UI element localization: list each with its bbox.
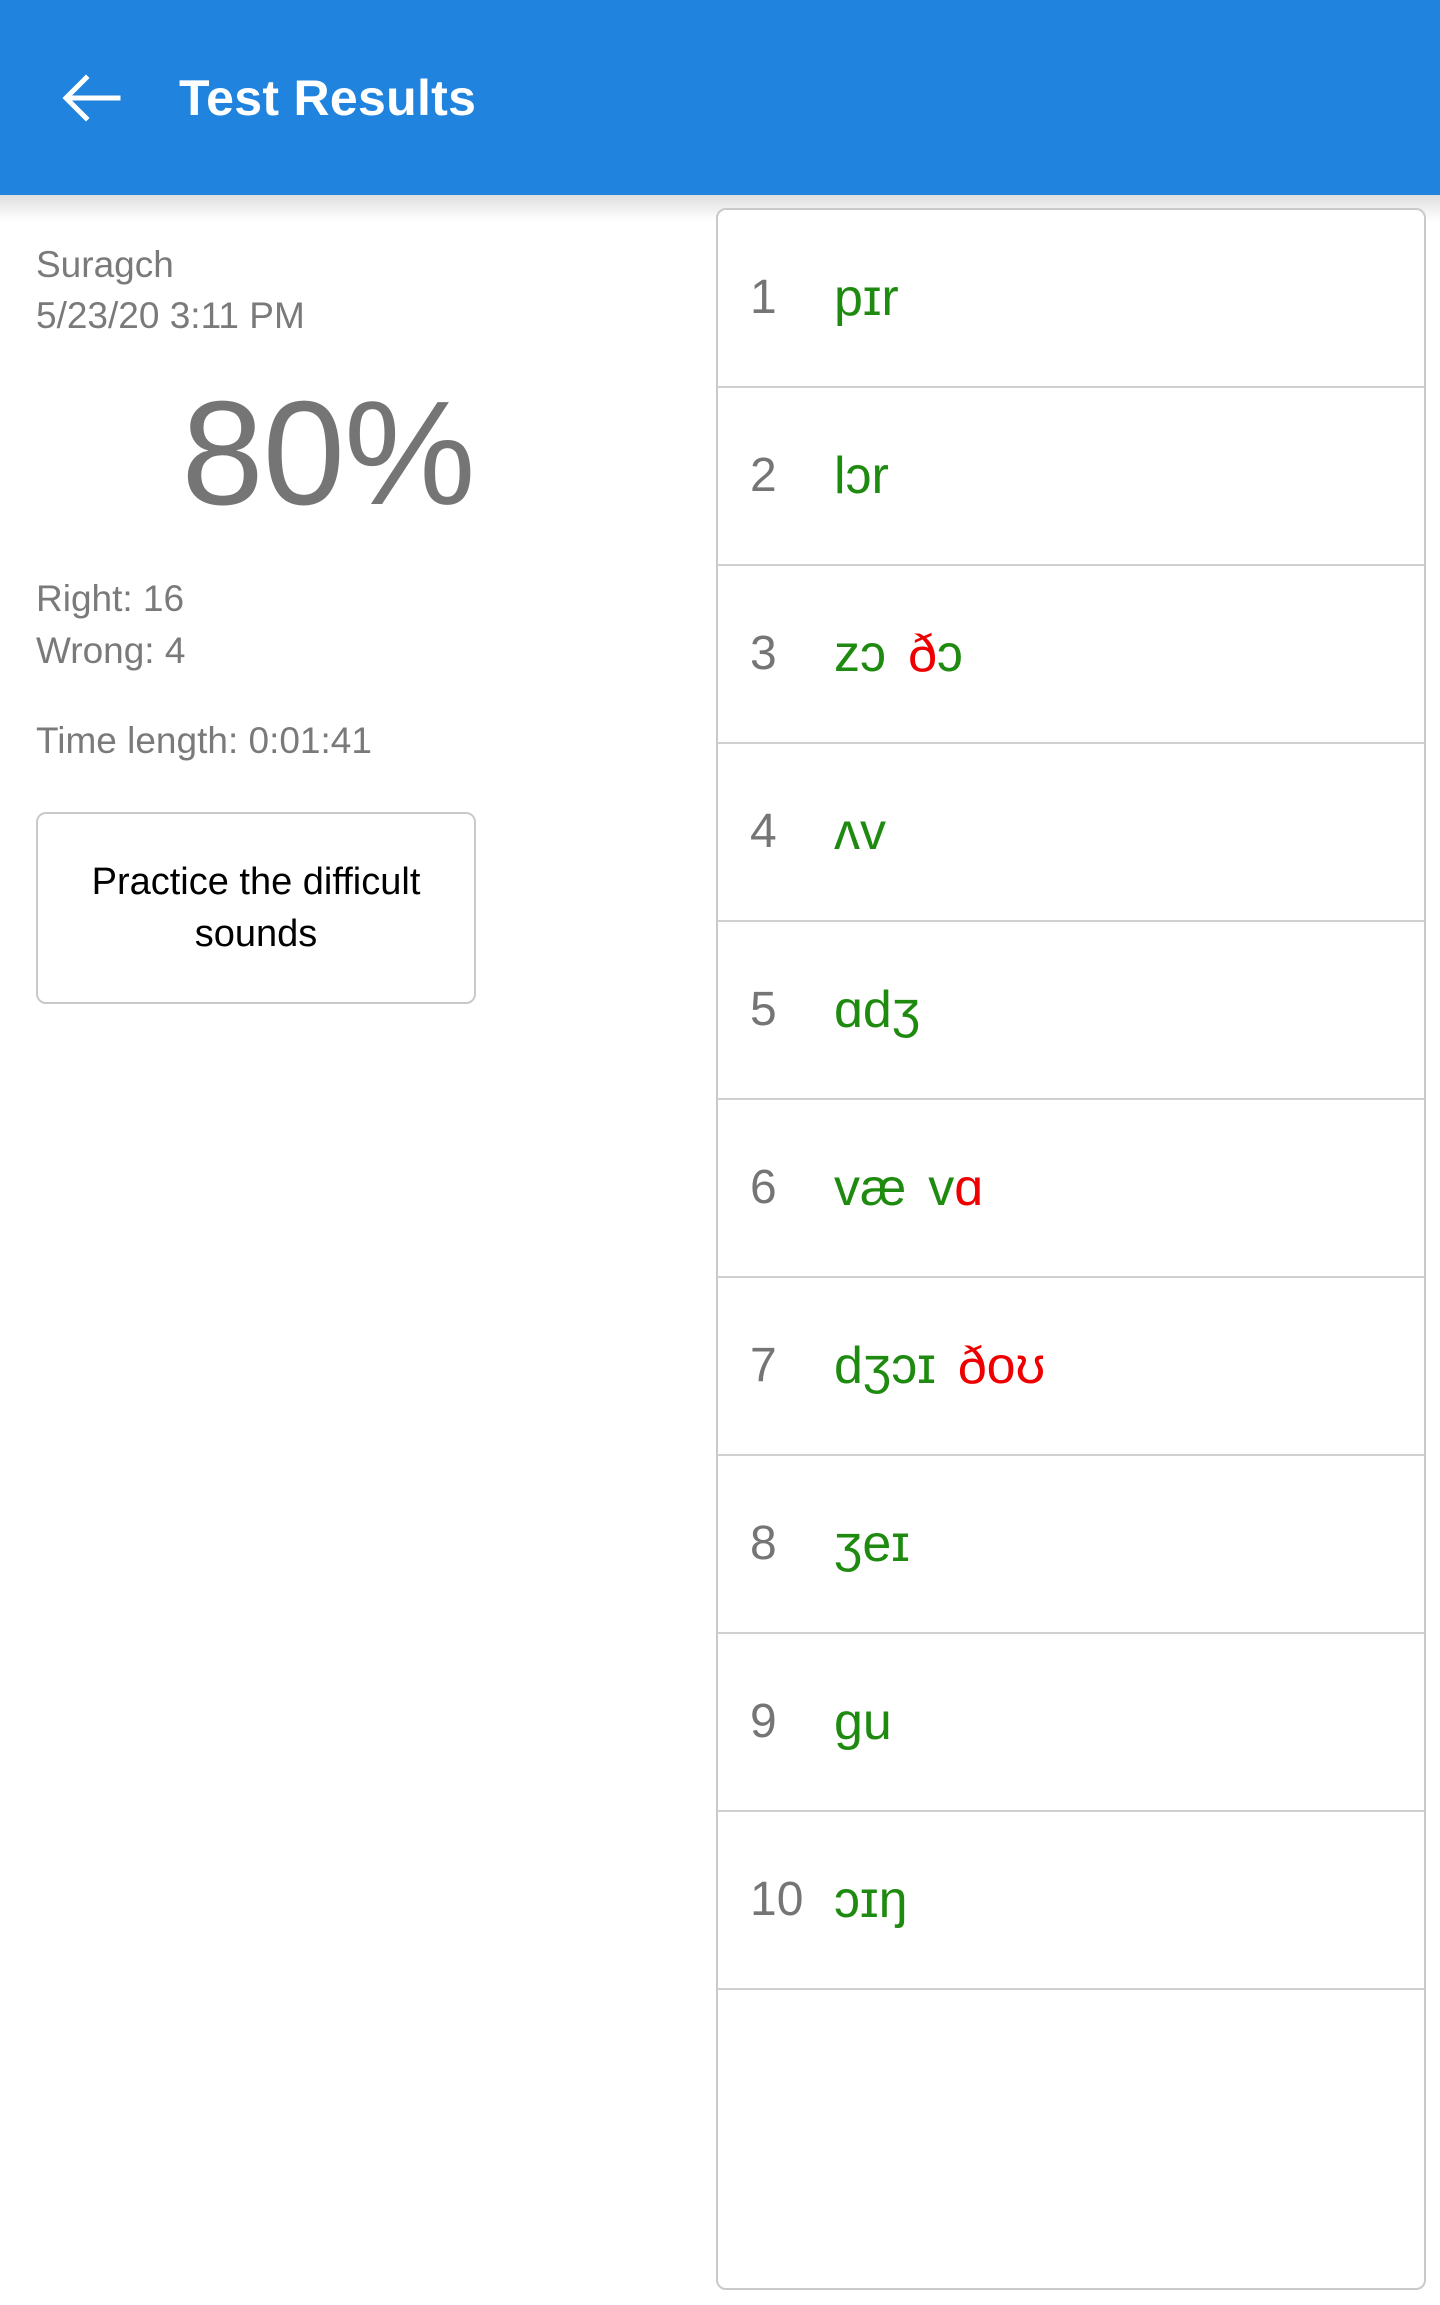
- back-arrow-icon: [58, 66, 122, 130]
- result-row[interactable]: 7 dʒɔɪ ðoʊ: [718, 1278, 1424, 1456]
- score-breakdown: Right: 16 Wrong: 4: [36, 573, 664, 677]
- result-row-index: 3: [750, 627, 777, 680]
- phoneme-correct: ɔɪŋ: [834, 1871, 908, 1929]
- phoneme-correct: v: [928, 1159, 955, 1217]
- phoneme-correct: pɪr: [834, 269, 899, 327]
- result-row-index: 8: [750, 1517, 777, 1570]
- result-row[interactable]: 1 pɪr: [718, 210, 1424, 388]
- result-row-phonemes: ɔɪŋ: [834, 1869, 907, 1931]
- back-button[interactable]: [44, 52, 136, 144]
- test-timestamp: 5/23/20 3:11 PM: [36, 295, 305, 336]
- result-row-phonemes: gu: [834, 1691, 892, 1753]
- result-row-index: 6: [750, 1161, 777, 1214]
- result-row[interactable]: 4 ʌv: [718, 744, 1424, 922]
- result-row[interactable]: 8 ʒeɪ: [718, 1456, 1424, 1634]
- result-row-phonemes: væ vɑ: [834, 1157, 983, 1219]
- result-row-phonemes: ʒeɪ: [834, 1513, 910, 1575]
- summary-panel: Suragch 5/23/20 3:11 PM 80% Right: 16 Wr…: [0, 195, 700, 2305]
- phoneme-wrong: ðoʊ: [957, 1337, 1046, 1395]
- phoneme-wrong: ɑ: [954, 1159, 984, 1217]
- result-row-index: 5: [750, 983, 777, 1036]
- result-row-index: 7: [750, 1339, 777, 1392]
- result-row[interactable]: 2 lɔr: [718, 388, 1424, 566]
- phoneme-correct: ʌv: [834, 803, 886, 861]
- result-row-phonemes: lɔr: [834, 445, 889, 507]
- phoneme-correct: væ: [834, 1159, 907, 1217]
- phoneme-correct: ɔ: [936, 625, 963, 683]
- result-row[interactable]: 10 ɔɪŋ: [718, 1812, 1424, 1990]
- result-row[interactable]: 3 zɔ ðɔ: [718, 566, 1424, 744]
- result-row-index: 10: [750, 1873, 804, 1926]
- phoneme-correct: lɔr: [834, 447, 889, 505]
- score-percent: 80%: [181, 371, 475, 536]
- practice-difficult-sounds-button[interactable]: Practice the difficult sounds: [36, 812, 476, 1004]
- result-row-empty: [718, 1990, 1424, 2288]
- page-title: Test Results: [179, 69, 477, 126]
- result-row-index: 9: [750, 1695, 777, 1748]
- phoneme-correct: ɑdʒ: [834, 981, 921, 1039]
- right-count: Right: 16: [36, 578, 185, 619]
- result-row-phonemes: dʒɔɪ ðoʊ: [834, 1335, 1045, 1397]
- result-row-phonemes: ɑdʒ: [834, 979, 920, 1041]
- results-list-panel[interactable]: 1 pɪr 2 lɔr 3 zɔ ðɔ 4 ʌv 5 ɑdʒ 6 væ vɑ 7 dʒɔɪ ðoʊ 8 ʒeɪ 9 gu…: [716, 208, 1426, 2290]
- phoneme-wrong: ð: [908, 625, 937, 683]
- result-row-index: 4: [750, 805, 777, 858]
- phoneme-correct: dʒɔɪ: [834, 1337, 936, 1395]
- app-bar: Test Results: [0, 0, 1440, 195]
- time-length: Time length: 0:01:41: [36, 720, 372, 761]
- result-row[interactable]: 5 ɑdʒ: [718, 922, 1424, 1100]
- result-row[interactable]: 6 væ vɑ: [718, 1100, 1424, 1278]
- result-row[interactable]: 9 gu: [718, 1634, 1424, 1812]
- result-row-phonemes: zɔ ðɔ: [834, 623, 963, 685]
- phoneme-correct: zɔ: [834, 625, 886, 683]
- result-row-index: 1: [750, 271, 777, 324]
- result-row-phonemes: ʌv: [834, 801, 886, 863]
- result-row-phonemes: pɪr: [834, 267, 899, 329]
- result-row-index: 2: [750, 449, 777, 502]
- wrong-count: Wrong: 4: [36, 630, 186, 671]
- user-name: Suragch: [36, 244, 174, 285]
- score-percent-wrap: 80%: [36, 379, 664, 529]
- phoneme-correct: gu: [834, 1693, 892, 1751]
- phoneme-correct: ʒeɪ: [834, 1515, 910, 1573]
